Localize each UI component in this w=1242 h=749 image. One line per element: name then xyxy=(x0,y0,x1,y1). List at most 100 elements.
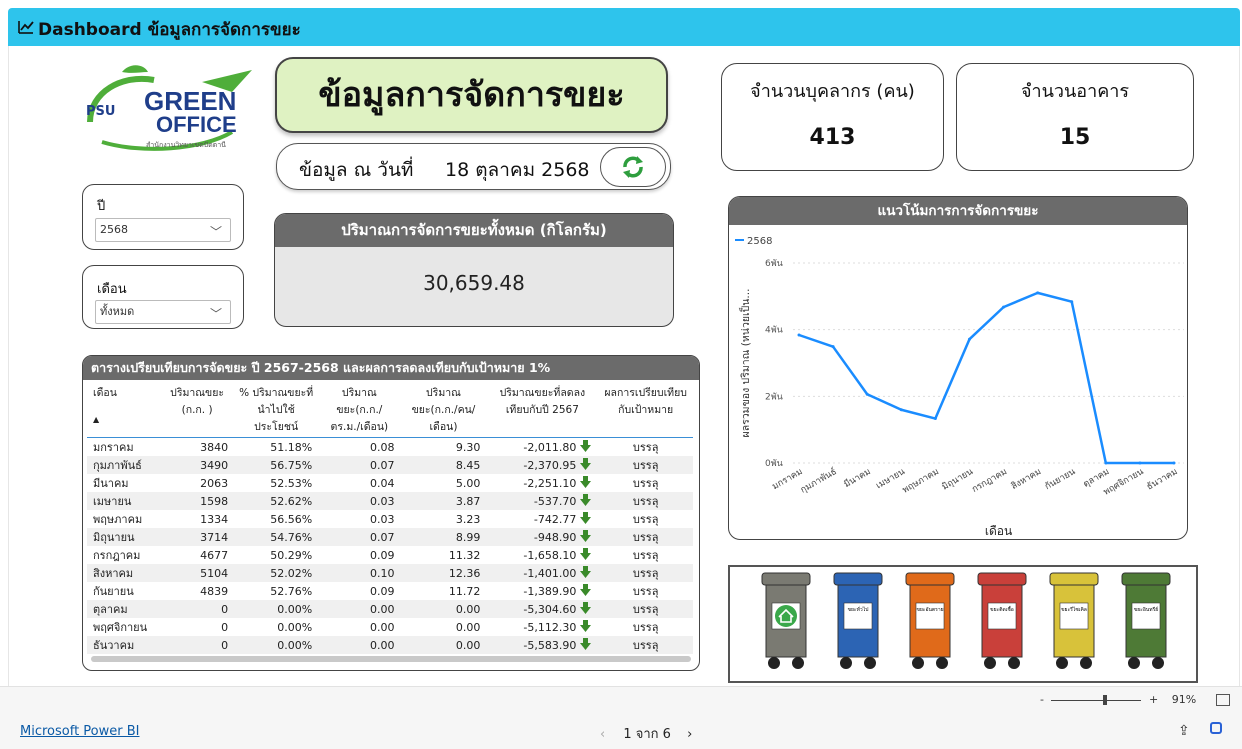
table-cell: บรรลุ xyxy=(598,528,693,546)
total-waste-value: 30,659.48 xyxy=(423,271,525,295)
column-header-month[interactable]: เดือน ▲ xyxy=(87,380,161,438)
table-cell: 0.00 xyxy=(370,620,395,634)
column-header-result[interactable]: ผลการเปรียบเทียบกับเป้าหมาย xyxy=(598,380,693,438)
table-cell: 1334 xyxy=(200,512,229,526)
table-cell: บรรลุ xyxy=(632,621,659,634)
table-row[interactable]: กรกฎาคม 4677 50.29% 0.09 11.32 -1,658.10 บรรลุ xyxy=(87,546,693,564)
column-header-utilized-pct[interactable]: % ปริมาณขยะที่นำไปใช้ประโยชน์ xyxy=(234,380,319,438)
data-point xyxy=(1002,305,1006,309)
table-cell: 0.09 xyxy=(370,584,395,598)
column-header-per-area[interactable]: ปริมาณขยะ(ก.ก./ตร.ม./เดือน) xyxy=(318,380,401,438)
table-cell: 0.03 xyxy=(318,492,401,510)
table-row[interactable]: พฤศจิกายน 0 0.00% 0.00 0.00 -5,112.30 บรรลุ xyxy=(87,618,693,636)
waste-bin-icon xyxy=(833,572,883,669)
year-dropdown-value: 2568 xyxy=(100,223,128,236)
table-cell: บรรลุ xyxy=(632,441,659,454)
table-row[interactable]: มิถุนายน 3714 54.76% 0.07 8.99 -948.90 บรรลุ xyxy=(87,528,693,546)
x-tick-label: กรกฎาคม xyxy=(970,467,1009,495)
table-cell: -5,304.60 xyxy=(486,600,599,618)
table-cell: 3.87 xyxy=(400,492,487,510)
zoom-slider[interactable] xyxy=(1051,694,1142,705)
column-header-per-person[interactable]: ปริมาณขยะ(ก.ก./คน/เดือน) xyxy=(400,380,487,438)
table-cell: กุมภาพันธ์ xyxy=(87,456,161,474)
arrow-down-icon xyxy=(580,458,592,470)
table-cell: 0.10 xyxy=(318,564,401,582)
table-horizontal-scrollbar[interactable] xyxy=(91,656,691,662)
column-header-amount[interactable]: ปริมาณขยะ (ก.ก. ) xyxy=(160,380,235,438)
table-cell: ตุลาคม xyxy=(87,600,161,618)
power-bi-footer: - + 91% Microsoft Power BI ‹ 1 จาก 6 › ⇪ xyxy=(0,686,1242,749)
table-cell: 0 xyxy=(221,620,229,634)
y-tick-label: 6พัน xyxy=(765,259,783,269)
home-icon xyxy=(775,605,797,627)
column-header-reduction[interactable]: ปริมาณขยะที่ลดลงเทียบกับปี 2567 xyxy=(486,380,599,438)
arrow-down-icon xyxy=(580,476,592,488)
chevron-down-icon: ﹀ xyxy=(209,307,222,321)
zoom-control[interactable]: - + 91% xyxy=(1040,693,1230,706)
year-slicer-label: ปี xyxy=(97,199,106,214)
arrow-down-icon xyxy=(580,494,592,506)
table-row[interactable]: มกราคม 3840 51.18% 0.08 9.30 -2,011.80 บรรลุ xyxy=(87,438,693,457)
table-cell: 8.45 xyxy=(400,456,487,474)
table-cell: -1,389.90 xyxy=(486,582,598,600)
staff-count-card: จำนวนบุคลากร (คน) 413 xyxy=(721,63,944,171)
data-point xyxy=(933,417,937,421)
fullscreen-icon[interactable] xyxy=(1210,722,1222,734)
data-date-box: ข้อมูล ณ วันที่ 18 ตุลาคม 2568 xyxy=(276,143,671,190)
zoom-slider-thumb[interactable] xyxy=(1103,694,1108,705)
table-cell: 52.76% xyxy=(270,584,313,598)
table-cell: กันยายน xyxy=(93,585,134,598)
table-row[interactable]: พฤษภาคม 1334 56.56% 0.03 3.23 -742.77 บรรลุ xyxy=(87,510,693,528)
x-tick-label: กันยายน xyxy=(1043,467,1077,492)
table-cell: 3714 xyxy=(160,528,235,546)
table-cell: เมษายน xyxy=(87,492,161,510)
arrow-down-icon xyxy=(580,602,592,614)
table-cell: บรรลุ xyxy=(598,600,693,618)
arrow-down-icon xyxy=(580,566,592,578)
previous-page-button[interactable]: ‹ xyxy=(600,727,605,742)
power-bi-link[interactable]: Microsoft Power BI xyxy=(20,724,139,739)
comparison-table: เดือน ▲ ปริมาณขยะ (ก.ก. ) % ปริมาณขยะที่น… xyxy=(87,380,693,654)
table-row[interactable]: เมษายน 1598 52.62% 0.03 3.87 -537.70 บรรลุ xyxy=(87,492,693,510)
refresh-button[interactable] xyxy=(600,147,666,187)
zoom-level: 91% xyxy=(1171,693,1197,706)
table-cell: มกราคม xyxy=(93,441,134,454)
line-chart-icon xyxy=(18,21,34,34)
next-page-button[interactable]: › xyxy=(687,727,692,742)
table-row[interactable]: ธันวาคม 0 0.00% 0.00 0.00 -5,583.90 บรรลุ xyxy=(87,636,693,654)
table-cell: 0.00 xyxy=(318,600,401,618)
table-row[interactable]: กุมภาพันธ์ 3490 56.75% 0.07 8.45 -2,370.95 บรร… xyxy=(87,456,693,474)
table-cell: บรรลุ xyxy=(598,564,693,582)
table-row[interactable]: มีนาคม 2063 52.53% 0.04 5.00 -2,251.10 บรรลุ xyxy=(87,474,693,492)
page-title: ข้อมูลการจัดการขยะ xyxy=(275,57,668,133)
y-tick-label: 2พัน xyxy=(765,392,783,402)
data-point xyxy=(1070,300,1074,304)
refresh-icon xyxy=(623,156,643,178)
arrow-down-icon xyxy=(580,512,592,524)
page-navigator: ‹ 1 จาก 6 › xyxy=(600,723,692,744)
x-tick-label: สิงหาคม xyxy=(1009,466,1043,492)
table-cell: 54.76% xyxy=(234,528,319,546)
table-cell: พฤษภาคม xyxy=(93,513,143,526)
month-dropdown[interactable]: ทั้งหมด ﹀ xyxy=(95,300,231,324)
table-cell: 11.72 xyxy=(448,584,481,598)
year-dropdown[interactable]: 2568 ﹀ xyxy=(95,218,231,242)
bin-label: ขยะรีไซเคิล xyxy=(1061,606,1087,613)
y-tick-label: 0พัน xyxy=(765,459,783,469)
table-cell: 8.99 xyxy=(400,528,487,546)
building-count-value: 15 xyxy=(1059,125,1091,150)
fit-to-page-icon[interactable] xyxy=(1215,694,1230,706)
table-row[interactable]: ตุลาคม 0 0.00% 0.00 0.00 -5,304.60 บรรลุ xyxy=(87,600,693,618)
zoom-out-button[interactable]: - xyxy=(1040,693,1044,706)
table-row[interactable]: กันยายน 4839 52.76% 0.09 11.72 -1,389.90 บรรลุ xyxy=(87,582,693,600)
table-cell: -2,011.80 xyxy=(486,438,598,457)
bin-label: ขยะทั่วไป xyxy=(848,606,869,613)
zoom-in-button[interactable]: + xyxy=(1149,693,1158,706)
share-icon[interactable]: ⇪ xyxy=(1178,723,1190,739)
table-row[interactable]: สิงหาคม 5104 52.02% 0.10 12.36 -1,401.00 บรรลุ xyxy=(87,564,693,582)
arrow-down-icon xyxy=(580,638,592,650)
data-point xyxy=(831,345,835,349)
x-tick-label: มิถุนายน xyxy=(940,466,975,493)
series-line-2568 xyxy=(798,291,1174,465)
table-cell: 52.53% xyxy=(270,476,313,490)
